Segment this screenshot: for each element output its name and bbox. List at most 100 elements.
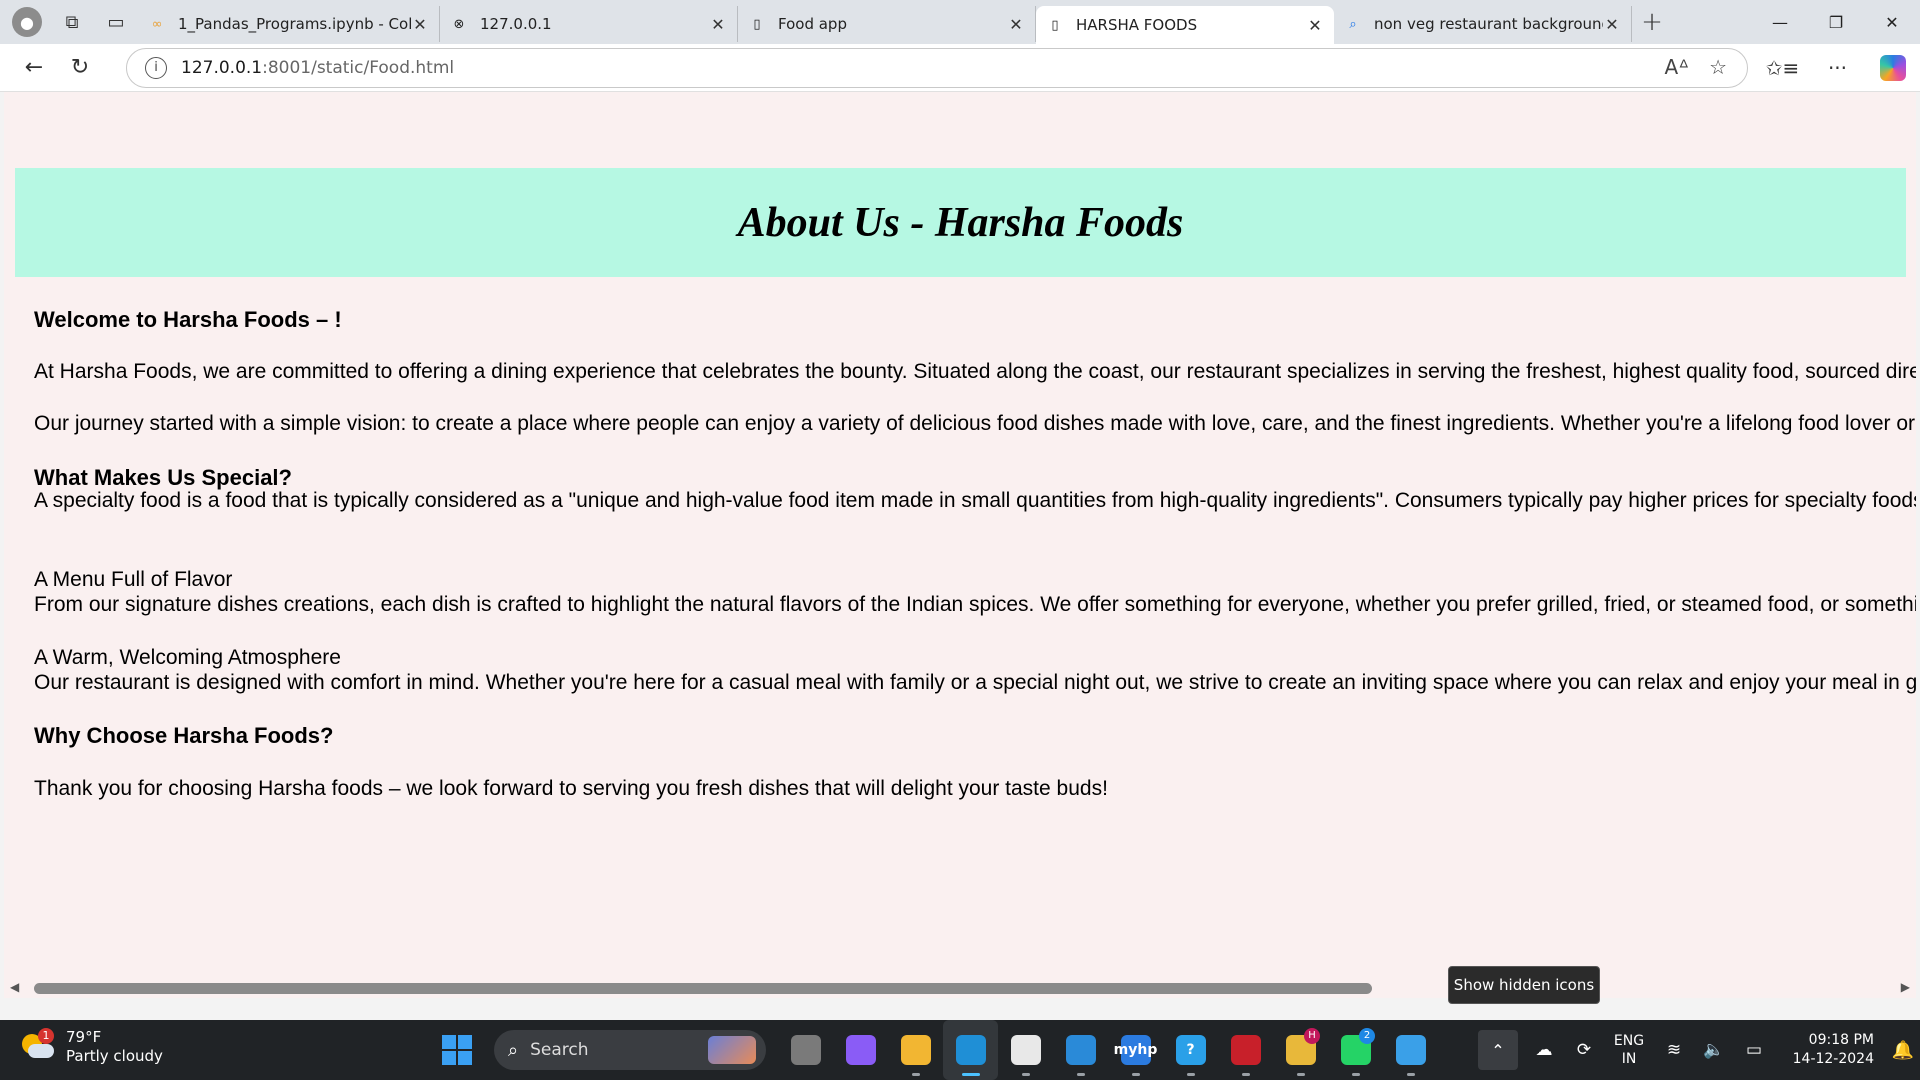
battery-icon[interactable]: ▭ [1734,1040,1774,1060]
notification-badge: 2 [1359,1028,1375,1044]
hp-support-taskbar-button[interactable]: ? [1163,1020,1218,1080]
tab-close-icon[interactable]: ✕ [411,15,429,34]
edge-taskbar-button[interactable] [943,1020,998,1080]
tab-close-icon[interactable]: ✕ [709,15,727,34]
mcafee-icon [1230,1035,1261,1065]
horizontal-scrollbar[interactable]: ◀ ▶ [4,978,1916,998]
taskbar: 1 79°F Partly cloudy ⌕ Search myhp? H 2 ⌃ … [0,1020,1920,1080]
page-title: About Us - Harsha Foods [737,199,1184,246]
minimize-button[interactable]: — [1752,0,1808,44]
tab-1[interactable]: ∞ 1_Pandas_Programs.ipynb - Colab ✕ [138,6,440,42]
search-icon: ⌕ [508,1039,519,1061]
back-button[interactable]: ← [12,46,56,90]
mcafee-taskbar-button[interactable] [1218,1020,1273,1080]
scrollbar-thumb[interactable] [34,983,1372,994]
file-explorer-taskbar-button[interactable] [888,1020,943,1080]
whatsapp-taskbar-button[interactable]: 2 [1328,1020,1383,1080]
system-tray: ⌃ ☁ ⟳ ENG IN ≋ 🔈 ▭ 09:18 PM 14-12-2024 🔔 [1478,1020,1920,1080]
profile-avatar[interactable]: ● [12,7,42,37]
weather-desc: Partly cloudy [66,1047,163,1065]
task-view-icon [790,1035,821,1065]
running-indicator [1076,1073,1085,1076]
favorites-icon[interactable]: ✩≡ [1755,56,1810,80]
onedrive-icon[interactable]: ☁ [1524,1040,1564,1060]
weather-badge: 1 [38,1028,54,1044]
weather-widget[interactable]: 1 79°F Partly cloudy [20,1028,163,1066]
copilot-button[interactable] [1865,55,1920,81]
show-hidden-icons-button[interactable]: ⌃ [1478,1030,1518,1070]
scroll-left-icon[interactable]: ◀ [10,980,19,994]
tab-2[interactable]: ⊗ 127.0.0.1 ✕ [440,6,738,42]
new-tab-button[interactable]: + [1632,7,1672,37]
vscode-taskbar-button[interactable] [1053,1020,1108,1080]
tab-close-icon[interactable]: ✕ [1007,15,1025,34]
paragraph: A Menu Full of Flavor [34,568,233,591]
workspaces-icon[interactable]: ⧉ [50,0,94,44]
url-host: 127.0.0.1 [181,58,263,78]
photos-taskbar-button[interactable] [1383,1020,1438,1080]
read-aloud-icon[interactable]: Aᐞ [1665,55,1690,79]
notifications-icon[interactable]: 🔔 [1886,1040,1920,1061]
hp-support-icon: ? [1175,1035,1206,1065]
start-button[interactable] [442,1035,472,1065]
more-options-icon[interactable]: ··· [1810,56,1865,80]
copilot-icon [1879,55,1906,81]
paragraph: A specialty food is a food that is typic… [34,489,1916,512]
page-icon: ▯ [1051,17,1059,33]
store-icon [1010,1035,1041,1065]
myhp-icon: myhp [1114,1035,1157,1065]
tab-strip: ● ⧉ ▭ ∞ 1_Pandas_Programs.ipynb - Colab ✕ ⊗… [0,0,1920,44]
volume-icon[interactable]: 🔈 [1694,1040,1734,1060]
task-view-taskbar-button[interactable] [778,1020,833,1080]
tab-actions-icon[interactable]: ▭ [94,0,138,44]
language-indicator[interactable]: ENG IN [1604,1032,1654,1068]
navigation-bar: ← ↻ i 127.0.0.1:8001/static/Food.html Aᐞ… [0,44,1920,92]
tab-title: 127.0.0.1 [480,15,552,33]
clock-time: 09:18 PM [1808,1032,1874,1048]
notification-badge: H [1304,1028,1320,1044]
search-highlight-icon [708,1036,756,1064]
running-indicator [1406,1073,1415,1076]
clock[interactable]: 09:18 PM 14-12-2024 [1774,1031,1874,1069]
scroll-right-icon[interactable]: ▶ [1901,980,1910,994]
sync-icon[interactable]: ⟳ [1564,1040,1604,1060]
search-placeholder: Search [530,1040,589,1060]
restore-button[interactable]: ❐ [1808,0,1864,44]
tooltip: Show hidden icons [1448,966,1600,1004]
running-indicator [1021,1073,1030,1076]
store-taskbar-button[interactable] [998,1020,1053,1080]
url-path: :8001/static/Food.html [262,58,455,78]
page-header-banner: About Us - Harsha Foods [15,168,1906,277]
running-indicator [1131,1073,1140,1076]
myhp-taskbar-button[interactable]: myhp [1108,1020,1163,1080]
paragraph: Our restaurant is designed with comfort … [34,671,1916,694]
colab-icon: ∞ [151,16,163,32]
paragraph: At Harsha Foods, we are committed to off… [34,360,1916,383]
close-window-button[interactable]: ✕ [1864,0,1920,44]
tab-close-icon[interactable]: ✕ [1603,15,1621,34]
chrome-taskbar-button[interactable]: H [1273,1020,1328,1080]
file-explorer-icon [900,1035,931,1065]
section-heading: What Makes Us Special? [34,465,292,490]
weather-icon: 1 [20,1028,54,1062]
page-viewport: About Us - Harsha Foods Welcome to Harsh… [4,92,1916,998]
copilot-taskbar-button[interactable] [833,1020,888,1080]
vscode-icon [1065,1035,1096,1065]
paragraph: A Warm, Welcoming Atmosphere [34,646,341,669]
favorite-star-icon[interactable]: ☆ [1709,55,1727,79]
running-indicator [961,1073,980,1076]
tab-title: 1_Pandas_Programs.ipynb - Colab [178,15,411,33]
tab-4[interactable]: ▯ HARSHA FOODS ✕ [1036,6,1334,44]
photos-icon [1395,1035,1426,1065]
running-indicator [911,1073,920,1076]
wifi-icon[interactable]: ≋ [1654,1040,1694,1060]
paragraph: Thank you for choosing Harsha foods – we… [34,777,1108,800]
tab-3[interactable]: ▯ Food app ✕ [738,6,1036,42]
tab-5[interactable]: ⌕ non veg restaurant background ✕ [1334,6,1632,42]
site-info-icon[interactable]: i [145,57,167,79]
refresh-button[interactable]: ↻ [58,46,102,90]
address-bar[interactable]: i 127.0.0.1:8001/static/Food.html Aᐞ ☆ [126,48,1748,88]
tab-close-icon[interactable]: ✕ [1306,16,1324,35]
edge-icon [955,1035,986,1065]
taskbar-search[interactable]: ⌕ Search [494,1030,766,1070]
